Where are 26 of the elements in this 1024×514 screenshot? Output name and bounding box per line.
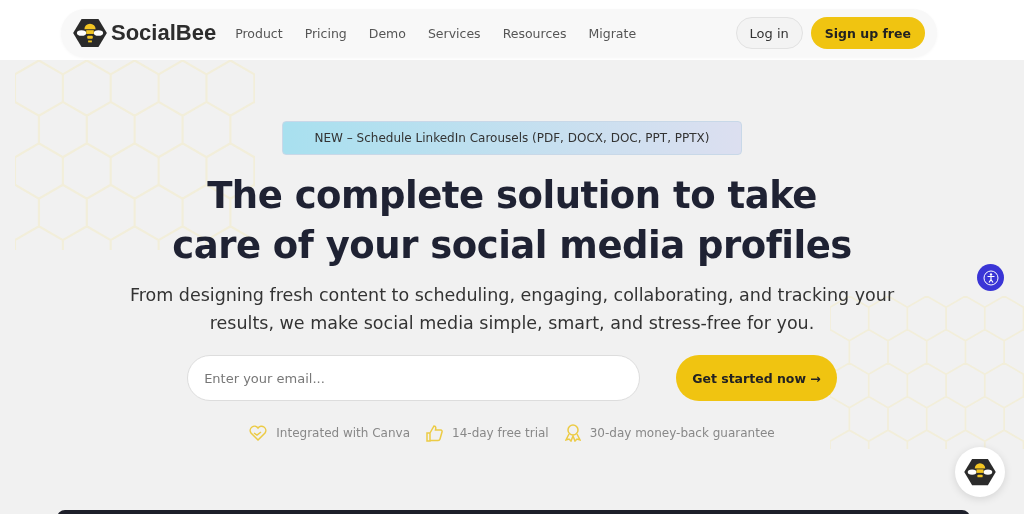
announcement-banner[interactable]: NEW – Schedule LinkedIn Carousels (PDF, DOCX, DOC, PPT, PPTX) [281, 121, 743, 155]
nav-link[interactable]: Services [427, 25, 481, 41]
heart-icon [249, 425, 268, 441]
email-field[interactable]: Enter your email... [187, 355, 641, 401]
award-icon [564, 424, 581, 442]
signup-button[interactable]: Sign up free [810, 17, 925, 49]
nav-link[interactable]: Resources [502, 25, 567, 41]
feature-text: 14-day free trial [452, 426, 549, 440]
brand-name: SocialBee [111, 20, 217, 46]
nav-link[interactable]: Demo [368, 25, 406, 41]
subtitle: From designing fresh content to scheduling, engaging, collaborating, and tracking your results, we make social media simple, smart, and stress-free for you. [128, 284, 896, 335]
headline: The complete solution to take [207, 173, 817, 219]
accessibility-button[interactable] [977, 264, 1004, 291]
bee-logo-icon [73, 18, 107, 48]
feature-text: 30-day money-back guarantee [589, 426, 775, 440]
get-started-button[interactable]: Get started now → [676, 355, 837, 401]
feature-text: Integrated with Canva [276, 426, 411, 440]
accessibility-icon [982, 269, 999, 286]
nav-link[interactable]: Pricing [304, 25, 347, 41]
login-button[interactable]: Log in [735, 17, 803, 49]
headline: care of your social media profiles [172, 223, 852, 269]
bee-logo-icon [964, 458, 996, 486]
chat-button[interactable] [955, 447, 1005, 497]
nav-link[interactable]: Migrate [588, 25, 637, 41]
nav-link[interactable]: Product [235, 25, 283, 41]
thumbs-up-icon [426, 424, 444, 442]
